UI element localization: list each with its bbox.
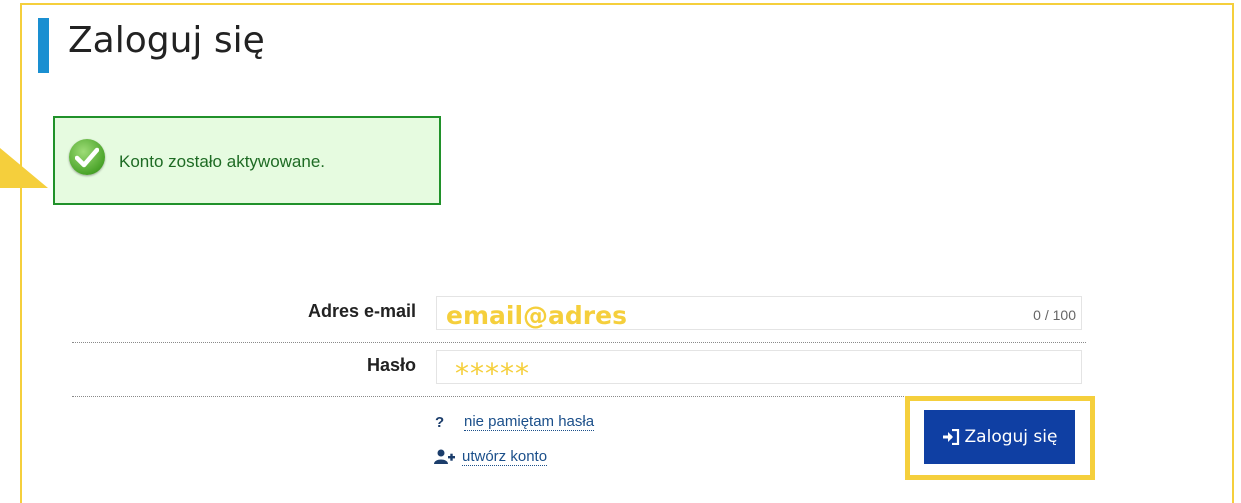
add-user-icon bbox=[434, 449, 456, 470]
password-label: Hasło bbox=[366, 355, 416, 375]
create-account-link[interactable]: utwórz konto bbox=[462, 448, 548, 466]
row-divider bbox=[72, 342, 1086, 343]
email-char-counter: 0 / 100 bbox=[1033, 307, 1076, 323]
email-label: Adres e-mail bbox=[307, 301, 416, 321]
forgot-password-row: nie pamiętam hasła bbox=[464, 413, 595, 431]
alert-message: Konto zostało aktywowane. bbox=[119, 152, 326, 171]
question-icon: ? bbox=[435, 414, 445, 431]
email-value: email@adres bbox=[446, 301, 627, 330]
forgot-password-link[interactable]: nie pamiętam hasła bbox=[464, 413, 595, 431]
check-circle-icon bbox=[69, 139, 105, 175]
login-button-label: Zaloguj się bbox=[964, 427, 1058, 447]
login-button[interactable]: Zaloguj się bbox=[924, 410, 1075, 464]
password-value: ***** bbox=[455, 357, 530, 390]
success-alert: Konto zostało aktywowane. bbox=[53, 116, 441, 205]
password-input[interactable] bbox=[436, 350, 1082, 384]
highlight-arrow bbox=[0, 148, 48, 188]
title-accent-bar bbox=[38, 18, 49, 73]
create-account-row: utwórz konto bbox=[462, 448, 548, 466]
page-title: Zaloguj się bbox=[68, 20, 265, 61]
sign-in-icon bbox=[942, 429, 959, 445]
